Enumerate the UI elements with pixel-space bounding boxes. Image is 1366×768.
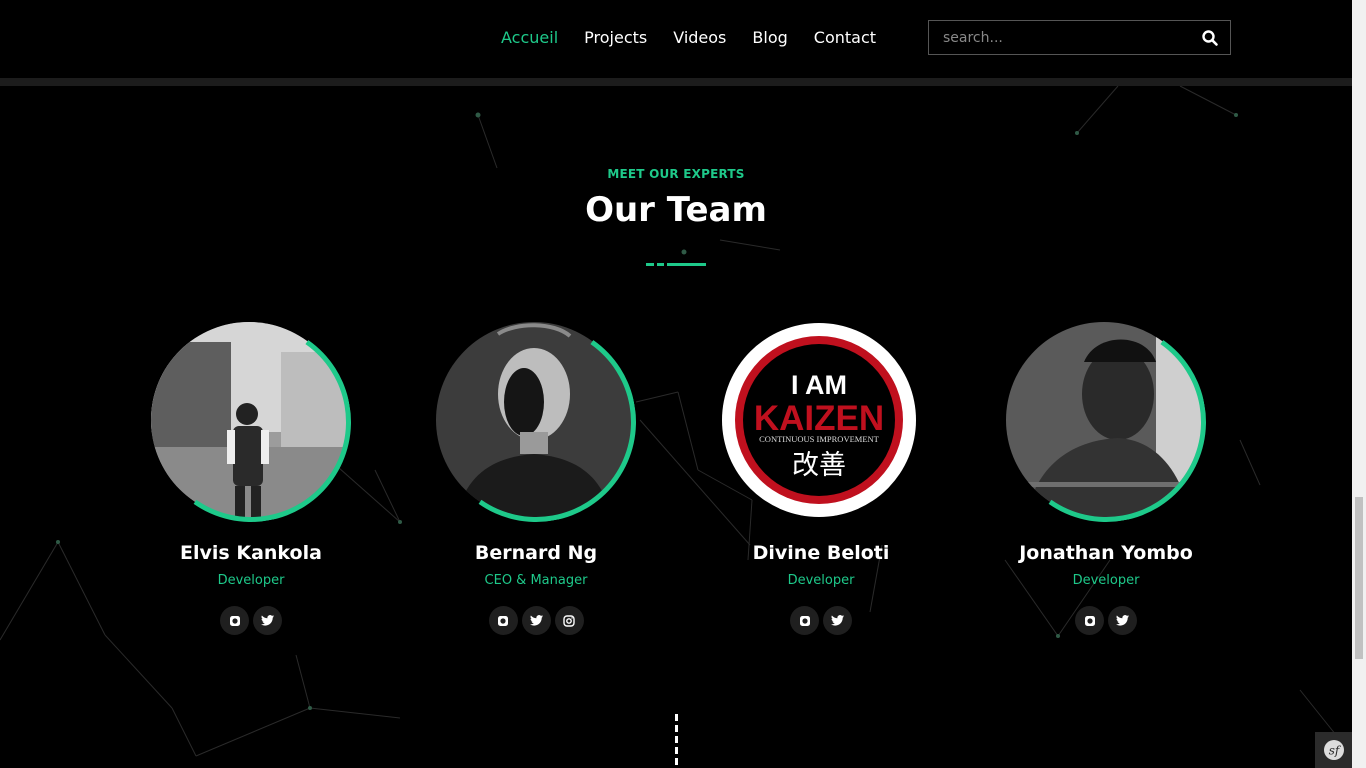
instagram-icon[interactable] (554, 606, 584, 635)
scrollbar-thumb[interactable] (1355, 497, 1363, 659)
avatar (135, 306, 367, 538)
team-member-card: Bernard Ng CEO & Manager (420, 306, 652, 642)
kaizen-logo: I AM KAIZEN CONTINUOUS IMPROVEMENT 改善 (722, 323, 916, 517)
svg-text:I AM: I AM (791, 370, 847, 400)
member-role: Developer (787, 573, 855, 588)
social-links (1006, 606, 1206, 635)
github-icon[interactable] (1075, 606, 1104, 635)
social-links (721, 606, 921, 635)
member-role: Developer (217, 573, 285, 588)
symfony-toolbar-toggle[interactable]: sf (1315, 732, 1352, 768)
nav-accueil[interactable]: Accueil (501, 28, 558, 48)
svg-text:CONTINUOUS IMPROVEMENT: CONTINUOUS IMPROVEMENT (759, 434, 880, 444)
nav-blog[interactable]: Blog (752, 28, 787, 48)
svg-text:KAIZEN: KAIZEN (754, 399, 884, 438)
avatar-ring (135, 306, 367, 538)
avatar (420, 306, 652, 538)
member-name: Divine Beloti (752, 542, 890, 564)
search-box (928, 20, 1231, 55)
nav-videos[interactable]: Videos (673, 28, 726, 48)
nav-contact[interactable]: Contact (814, 28, 876, 48)
main-nav: Accueil Projects Videos Blog Contact (501, 28, 902, 48)
member-role: Developer (1072, 573, 1140, 588)
member-name: Jonathan Yombo (1019, 542, 1193, 564)
section-eyebrow: MEET OUR EXPERTS (607, 167, 745, 181)
avatar-ring (420, 306, 652, 538)
github-icon[interactable] (220, 606, 249, 635)
twitter-icon[interactable] (823, 606, 852, 635)
vertical-scrollbar[interactable] (1352, 0, 1366, 768)
nav-projects[interactable]: Projects (584, 28, 647, 48)
twitter-icon[interactable] (1108, 606, 1137, 635)
member-name: Elvis Kankola (180, 542, 322, 564)
member-role: CEO & Manager (484, 573, 588, 588)
team-member-card: I AM KAIZEN CONTINUOUS IMPROVEMENT 改善 Di… (721, 322, 921, 642)
team-member-card: Elvis Kankola Developer (135, 306, 367, 642)
member-name: Bernard Ng (474, 542, 598, 564)
avatar: I AM KAIZEN CONTINUOUS IMPROVEMENT 改善 (721, 322, 921, 522)
social-links (151, 606, 351, 635)
social-links (436, 606, 636, 635)
section-title: Our Team (585, 190, 767, 230)
search-icon[interactable] (1200, 28, 1220, 48)
twitter-icon[interactable] (521, 606, 551, 635)
github-icon[interactable] (790, 606, 819, 635)
team-member-card: Jonathan Yombo Developer (990, 306, 1222, 642)
avatar-ring (990, 306, 1222, 538)
top-navbar: Accueil Projects Videos Blog Contact (0, 0, 1352, 78)
search-input[interactable] (929, 21, 1189, 54)
avatar (990, 306, 1222, 538)
symfony-icon: sf (1323, 740, 1344, 760)
svg-text:改善: 改善 (792, 450, 846, 481)
github-icon[interactable] (488, 606, 518, 635)
section-connector-line (675, 714, 678, 768)
header-divider (0, 78, 1352, 86)
twitter-icon[interactable] (253, 606, 282, 635)
